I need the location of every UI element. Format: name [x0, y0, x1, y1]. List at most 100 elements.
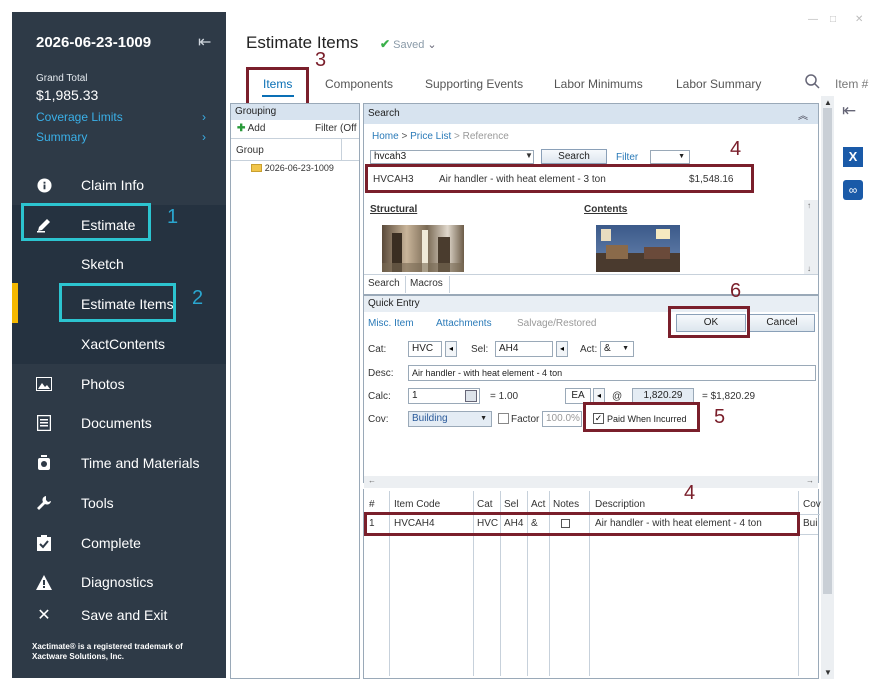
collapse-up-icon[interactable]: ︽ — [798, 107, 808, 122]
annotation-box-ok — [668, 306, 750, 338]
nav-documents[interactable]: Documents — [12, 403, 226, 443]
factor-checkbox[interactable] — [498, 413, 509, 424]
tab-components[interactable]: Components — [325, 77, 393, 91]
scroll-left-icon[interactable]: ← — [368, 476, 376, 485]
divider — [341, 138, 342, 160]
nav-complete[interactable]: Complete — [12, 523, 226, 563]
filter-link[interactable]: Filter — [616, 152, 638, 163]
sel-field[interactable]: AH4 — [495, 341, 553, 357]
coverage-value: Building — [412, 413, 448, 424]
nav-save-and-exit[interactable]: ✕ Save and Exit — [12, 595, 226, 635]
tab-search[interactable]: Search — [368, 276, 406, 293]
annotation-number-6: 6 — [730, 280, 742, 302]
cat-field[interactable]: HVC — [408, 341, 442, 357]
item-search-input[interactable]: Item # — [835, 77, 868, 91]
scroll-down-icon[interactable]: ▼ — [824, 668, 832, 677]
search-query-input[interactable]: hvcah3 — [370, 150, 534, 164]
cancel-button[interactable]: Cancel — [749, 314, 815, 332]
plus-icon: ✚ — [237, 123, 246, 134]
estimate-name: 2026-06-23-1009 — [36, 34, 152, 51]
wrench-icon — [36, 495, 52, 511]
add-group-button[interactable]: ✚ Add — [237, 123, 265, 134]
warning-icon — [36, 574, 52, 590]
dropdown-arrow-icon: ▼ — [480, 415, 487, 422]
scroll-thumb[interactable] — [823, 108, 832, 594]
annotation-box-estimate — [21, 203, 151, 241]
integration-link-icon[interactable]: ∞ — [843, 180, 863, 200]
filter-dropdown[interactable]: ▼ — [650, 150, 690, 164]
nav-claim-info[interactable]: Claim Info — [12, 165, 226, 205]
category-contents[interactable]: Contents — [584, 204, 627, 215]
clipboard-check-icon — [36, 535, 52, 551]
annotation-box-paid-when-incurred — [583, 402, 700, 432]
document-icon — [36, 415, 52, 431]
horizontal-scrollbar[interactable]: ← → — [364, 476, 818, 488]
group-item-label: 2026-06-23-1009 — [264, 163, 334, 173]
attachments-link[interactable]: Attachments — [436, 318, 492, 329]
minimize-icon[interactable]: — — [808, 14, 818, 25]
row-cov: Bui — [803, 518, 818, 529]
scroll-down-icon[interactable]: ↓ — [807, 264, 811, 273]
breadcrumb-home[interactable]: Home — [372, 131, 399, 142]
annotation-box-grid-row — [364, 512, 800, 536]
nav-sketch[interactable]: Sketch — [12, 244, 226, 284]
xactimate-x-icon[interactable]: X — [843, 147, 863, 167]
structural-thumbnail[interactable] — [382, 225, 464, 272]
breadcrumb: Home > Price List > Reference — [372, 131, 509, 142]
salvage-restored-link[interactable]: Salvage/Restored — [517, 318, 597, 329]
divider — [231, 160, 359, 161]
tab-supporting-events[interactable]: Supporting Events — [425, 77, 523, 91]
coverage-limits-link[interactable]: Coverage Limits — [36, 110, 123, 124]
right-tool-rail: ⇤ X ∞ — [834, 96, 874, 679]
act-dropdown[interactable]: & ▼ — [600, 341, 634, 357]
breadcrumb-price-list[interactable]: Price List — [410, 131, 451, 142]
nav-label: Complete — [81, 535, 141, 551]
trademark-notice: Xactimate® is a registered trademark of … — [32, 642, 183, 661]
summary-link[interactable]: Summary — [36, 130, 87, 144]
thumbnails-scrollbar[interactable]: ↑ ↓ — [804, 200, 818, 274]
tab-labor-minimums[interactable]: Labor Minimums — [554, 77, 643, 91]
add-label: Add — [247, 123, 266, 134]
col-header-cov[interactable]: Cov — [803, 496, 821, 514]
collapse-sidebar-icon[interactable]: ⇤ — [198, 32, 211, 52]
nav-label: Time and Materials — [81, 455, 200, 471]
tab-labor-summary[interactable]: Labor Summary — [676, 77, 761, 91]
cat-picker-icon[interactable]: ◂ — [445, 341, 457, 357]
nav-label: Diagnostics — [81, 574, 154, 590]
grand-total-value: $1,985.33 — [36, 87, 99, 103]
search-button[interactable]: Search — [541, 149, 607, 164]
nav-label: Sketch — [81, 256, 124, 272]
tab-macros[interactable]: Macros — [410, 276, 450, 293]
factor-field[interactable]: 100.0% — [542, 411, 582, 427]
chevron-down-icon: ⌄ — [427, 39, 437, 51]
annotation-box-estimate-items — [59, 283, 176, 322]
scroll-right-icon[interactable]: → — [806, 476, 814, 485]
annotation-box-items-tab — [246, 67, 309, 106]
scroll-up-icon[interactable]: ▲ — [824, 98, 832, 107]
grouping-filter[interactable]: Filter (Off — [315, 123, 356, 134]
contents-thumbnail[interactable] — [596, 225, 680, 272]
nav-label: Tools — [81, 495, 114, 511]
close-window-icon[interactable]: ✕ — [855, 14, 863, 25]
nav-photos[interactable]: Photos — [12, 364, 226, 404]
sel-picker-icon[interactable]: ◂ — [556, 341, 568, 357]
annotation-number-4-top: 4 — [730, 138, 742, 160]
search-icon[interactable] — [805, 74, 820, 93]
collapse-panel-icon[interactable]: ⇤ — [842, 101, 856, 121]
calculator-icon[interactable] — [465, 390, 477, 402]
scroll-up-icon[interactable]: ↑ — [807, 201, 811, 210]
maximize-icon[interactable]: □ — [830, 14, 836, 25]
category-structural[interactable]: Structural — [370, 204, 417, 215]
vertical-scrollbar[interactable]: ▲ ▼ — [821, 96, 834, 679]
coverage-dropdown[interactable]: Building ▼ — [408, 411, 492, 427]
nav-tools[interactable]: Tools — [12, 483, 226, 523]
nav-time-and-materials[interactable]: Time and Materials — [12, 443, 226, 483]
desc-field[interactable]: Air handler - with heat element - 4 ton — [408, 365, 816, 381]
saved-status[interactable]: ✔ Saved ⌄ — [380, 37, 437, 51]
nav-xactcontents[interactable]: XactContents — [12, 324, 226, 364]
check-circle-icon: ✔ — [380, 37, 391, 51]
dropdown-arrow-icon[interactable]: ▼ — [524, 151, 534, 163]
misc-item-link[interactable]: Misc. Item — [368, 318, 414, 329]
group-item[interactable]: 2026-06-23-1009 — [251, 163, 334, 174]
breadcrumb-reference[interactable]: Reference — [463, 131, 509, 142]
